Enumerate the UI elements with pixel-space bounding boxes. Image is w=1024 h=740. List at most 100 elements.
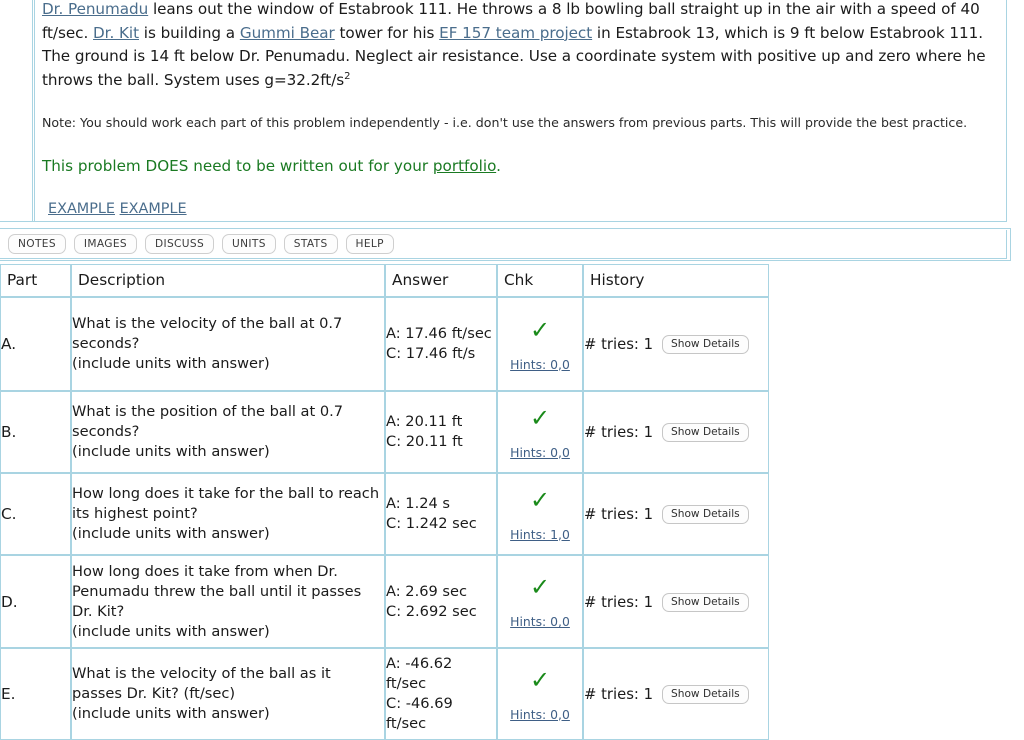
row-description: What is the velocity of the ball at 0.7 …: [71, 297, 385, 391]
portfolio-notice: This problem DOES need to be written out…: [42, 155, 992, 177]
row-check-cell: ✓ Hints: 0,0: [497, 648, 583, 740]
row-answer-submitted: A: -46.62 ft/sec: [386, 655, 453, 692]
header-description: Description: [71, 264, 385, 297]
row-answer: A: 2.69 sec C: 2.692 sec: [385, 555, 497, 648]
dr-penumadu-link[interactable]: Dr. Penumadu: [42, 0, 148, 18]
table-header-row: Part Description Answer Chk History: [0, 264, 769, 297]
problem-note-text: Note: You should work each part of this …: [42, 115, 968, 130]
row-check-cell: ✓ Hints: 0,0: [497, 391, 583, 473]
problem-parts-table: Part Description Answer Chk History A. W…: [0, 264, 769, 740]
row-check-cell: ✓ Hints: 1,0: [497, 473, 583, 555]
row-part-label: E.: [0, 648, 71, 740]
row-answer-correct: C: 1.242 sec: [386, 515, 477, 532]
statement-segment-2: is building a: [139, 23, 240, 42]
row-description-line-1: What is the velocity of the ball as it p…: [72, 665, 331, 702]
problem-statement-text: Dr. Penumadu leans out the window of Est…: [42, 0, 992, 92]
action-toolbar: NOTES IMAGES DISCUSS UNITS STATS HELP: [0, 228, 1011, 261]
row-description-line-2: (include units with answer): [72, 443, 270, 460]
ef-157-team-project-link[interactable]: EF 157 team project: [439, 24, 592, 42]
show-details-button[interactable]: Show Details: [662, 505, 749, 524]
row-part-label: A.: [0, 297, 71, 391]
table-row: D. How long does it take from when Dr. P…: [0, 555, 769, 648]
images-button[interactable]: IMAGES: [73, 234, 137, 254]
check-mark-icon: ✓: [529, 403, 551, 432]
hints-link[interactable]: Hints: 0,0: [498, 445, 582, 460]
row-answer-submitted: A: 17.46 ft/sec: [386, 325, 492, 342]
tries-count: # tries: 1: [584, 686, 654, 703]
row-history: # tries: 1 Show Details: [583, 391, 769, 473]
row-history: # tries: 1 Show Details: [583, 297, 769, 391]
show-details-button[interactable]: Show Details: [662, 423, 749, 442]
row-answer: A: 1.24 s C: 1.242 sec: [385, 473, 497, 555]
problem-statement-panel: Dr. Penumadu leans out the window of Est…: [0, 0, 1007, 222]
row-part-label: D.: [0, 555, 71, 648]
row-answer-correct: C: 2.692 sec: [386, 602, 477, 620]
notes-button[interactable]: NOTES: [8, 234, 66, 254]
table-row: E. What is the velocity of the ball as i…: [0, 648, 769, 740]
row-description-line-2: (include units with answer): [72, 705, 270, 722]
row-description: What is the position of the ball at 0.7 …: [71, 391, 385, 473]
row-description-line-1: How long does it take from when Dr. Penu…: [72, 562, 362, 620]
check-mark-icon: ✓: [529, 315, 551, 344]
row-description-line-2: (include units with answer): [72, 622, 270, 640]
check-mark-icon: ✓: [529, 665, 551, 694]
table-row: A. What is the velocity of the ball at 0…: [0, 297, 769, 391]
table-row: B. What is the position of the ball at 0…: [0, 391, 769, 473]
stats-button[interactable]: STATS: [283, 234, 338, 254]
header-chk: Chk: [497, 264, 583, 297]
check-mark-icon: ✓: [529, 485, 551, 514]
row-answer-submitted: A: 20.11 ft: [386, 413, 463, 430]
dr-kit-link[interactable]: Dr. Kit: [93, 24, 139, 42]
gummi-bear-link[interactable]: Gummi Bear: [240, 24, 335, 42]
row-part-label: C.: [0, 473, 71, 555]
tries-count: # tries: 1: [584, 424, 654, 441]
help-button[interactable]: HELP: [345, 234, 394, 254]
row-description: How long does it take from when Dr. Penu…: [71, 555, 385, 648]
discuss-button[interactable]: DISCUSS: [144, 234, 215, 254]
problem-body: Dr. Penumadu leans out the window of Est…: [34, 0, 1006, 221]
table-row: C. How long does it take for the ball to…: [0, 473, 769, 555]
units-button[interactable]: UNITS: [222, 234, 276, 254]
row-answer-submitted: A: 1.24 s: [386, 495, 451, 512]
portfolio-notice-prefix: This problem DOES need to be written out…: [42, 157, 433, 175]
problem-left-gutter: [0, 0, 33, 221]
row-description-line-1: How long does it take for the ball to re…: [72, 485, 380, 522]
example-link-1[interactable]: EXAMPLE: [48, 201, 115, 217]
check-mark-icon: ✓: [529, 573, 551, 601]
header-history: History: [583, 264, 769, 297]
gravity-exponent: 2: [344, 70, 351, 82]
row-check-cell: ✓ Hints: 0,0: [497, 297, 583, 391]
show-details-button[interactable]: Show Details: [662, 685, 749, 704]
row-description-line-1: What is the velocity of the ball at 0.7 …: [72, 315, 343, 352]
row-description: What is the velocity of the ball as it p…: [71, 648, 385, 740]
hints-link[interactable]: Hints: 0,0: [498, 357, 582, 372]
hints-link[interactable]: Hints: 1,0: [498, 527, 582, 542]
portfolio-link[interactable]: portfolio: [433, 157, 496, 175]
action-toolbar-inner: NOTES IMAGES DISCUSS UNITS STATS HELP: [0, 230, 1007, 259]
show-details-button[interactable]: Show Details: [662, 335, 749, 354]
row-history: # tries: 1 Show Details: [583, 555, 769, 648]
row-check-cell: ✓ Hints: 0,0: [497, 555, 583, 648]
row-history: # tries: 1 Show Details: [583, 473, 769, 555]
row-answer: A: 20.11 ft C: 20.11 ft: [385, 391, 497, 473]
row-answer-correct: C: 20.11 ft: [386, 433, 463, 450]
row-answer-submitted: A: 2.69 sec: [386, 582, 468, 600]
portfolio-notice-suffix: .: [496, 157, 501, 175]
row-answer-correct: C: 17.46 ft/s: [386, 345, 476, 362]
hints-link[interactable]: Hints: 0,0: [498, 707, 582, 722]
tries-count: # tries: 1: [584, 506, 654, 523]
tries-count: # tries: 1: [584, 336, 654, 353]
header-answer: Answer: [385, 264, 497, 297]
example-link-2[interactable]: EXAMPLE: [120, 201, 187, 217]
row-answer: A: -46.62 ft/sec C: -46.69 ft/sec: [385, 648, 497, 740]
hints-link[interactable]: Hints: 0,0: [498, 614, 582, 629]
row-history: # tries: 1 Show Details: [583, 648, 769, 740]
row-answer-correct: C: -46.69 ft/sec: [386, 695, 453, 732]
row-description-line-1: What is the position of the ball at 0.7 …: [72, 403, 344, 440]
statement-segment-3: tower for his: [334, 23, 440, 42]
header-part: Part: [0, 264, 71, 297]
row-description-line-2: (include units with answer): [72, 355, 270, 372]
tries-count: # tries: 1: [584, 593, 654, 611]
example-links-row: EXAMPLE EXAMPLE: [48, 198, 992, 220]
show-details-button[interactable]: Show Details: [662, 592, 749, 612]
